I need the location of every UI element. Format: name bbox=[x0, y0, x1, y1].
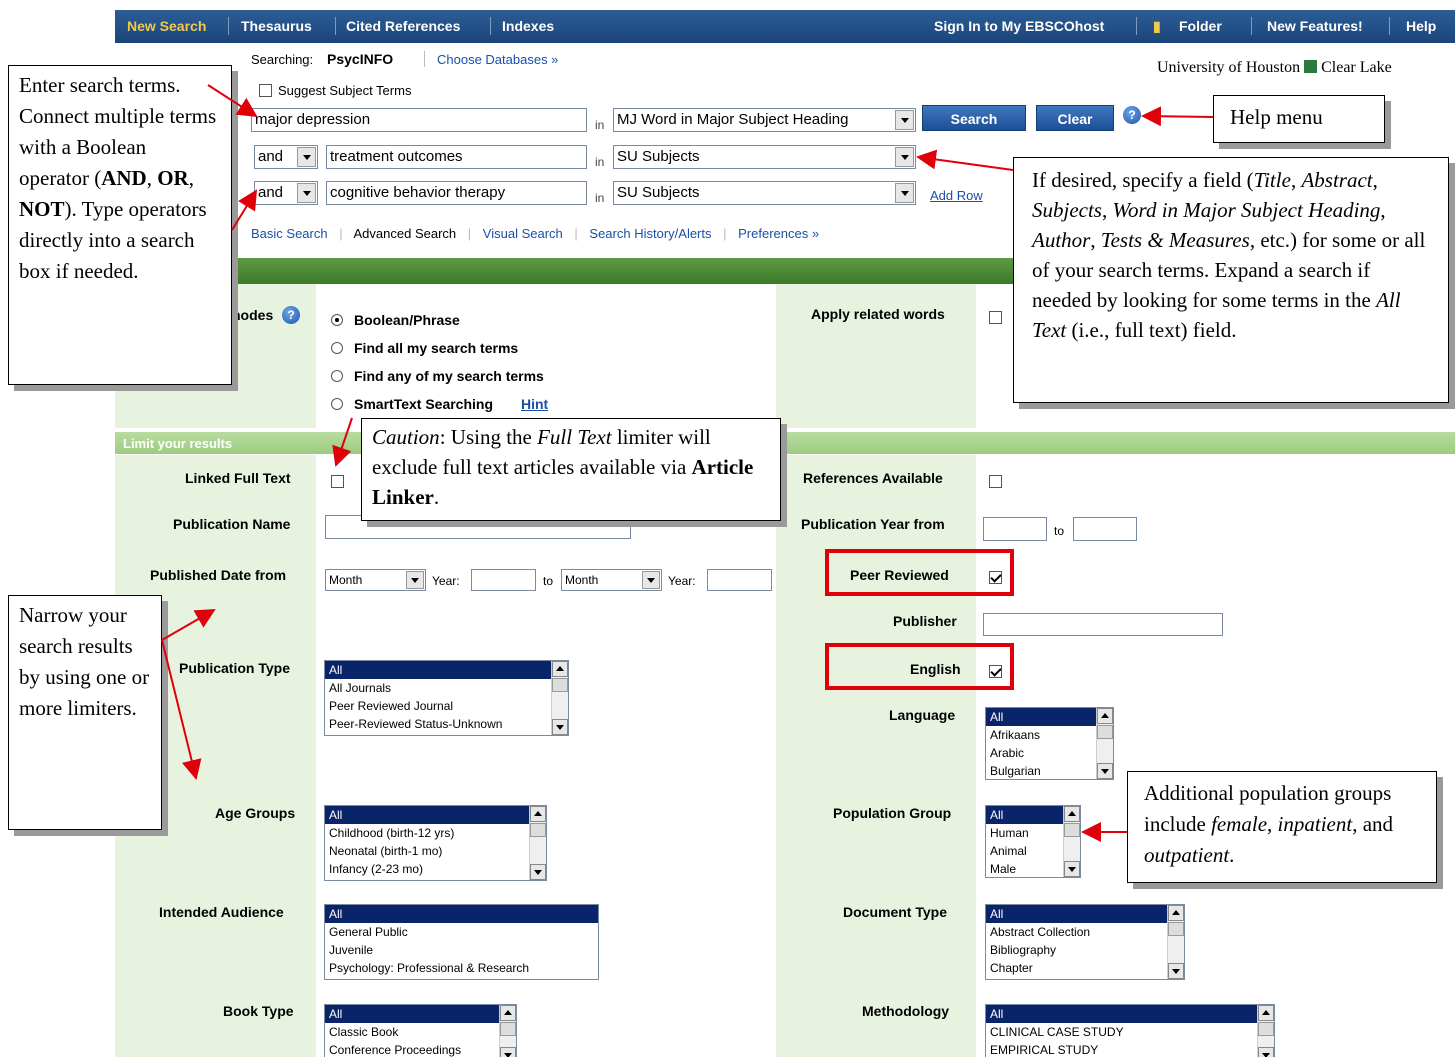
arrow-to-age-limiter bbox=[161, 639, 202, 780]
arrow-to-field-select bbox=[916, 149, 1014, 171]
arrow-to-help-icon bbox=[1141, 106, 1214, 127]
arrow-to-operator bbox=[231, 189, 258, 231]
arrow-to-date-limiter bbox=[161, 609, 216, 641]
annotation-arrows bbox=[161, 84, 1214, 842]
arrow-to-search-box bbox=[207, 84, 258, 118]
arrow-to-full-text bbox=[332, 417, 353, 467]
